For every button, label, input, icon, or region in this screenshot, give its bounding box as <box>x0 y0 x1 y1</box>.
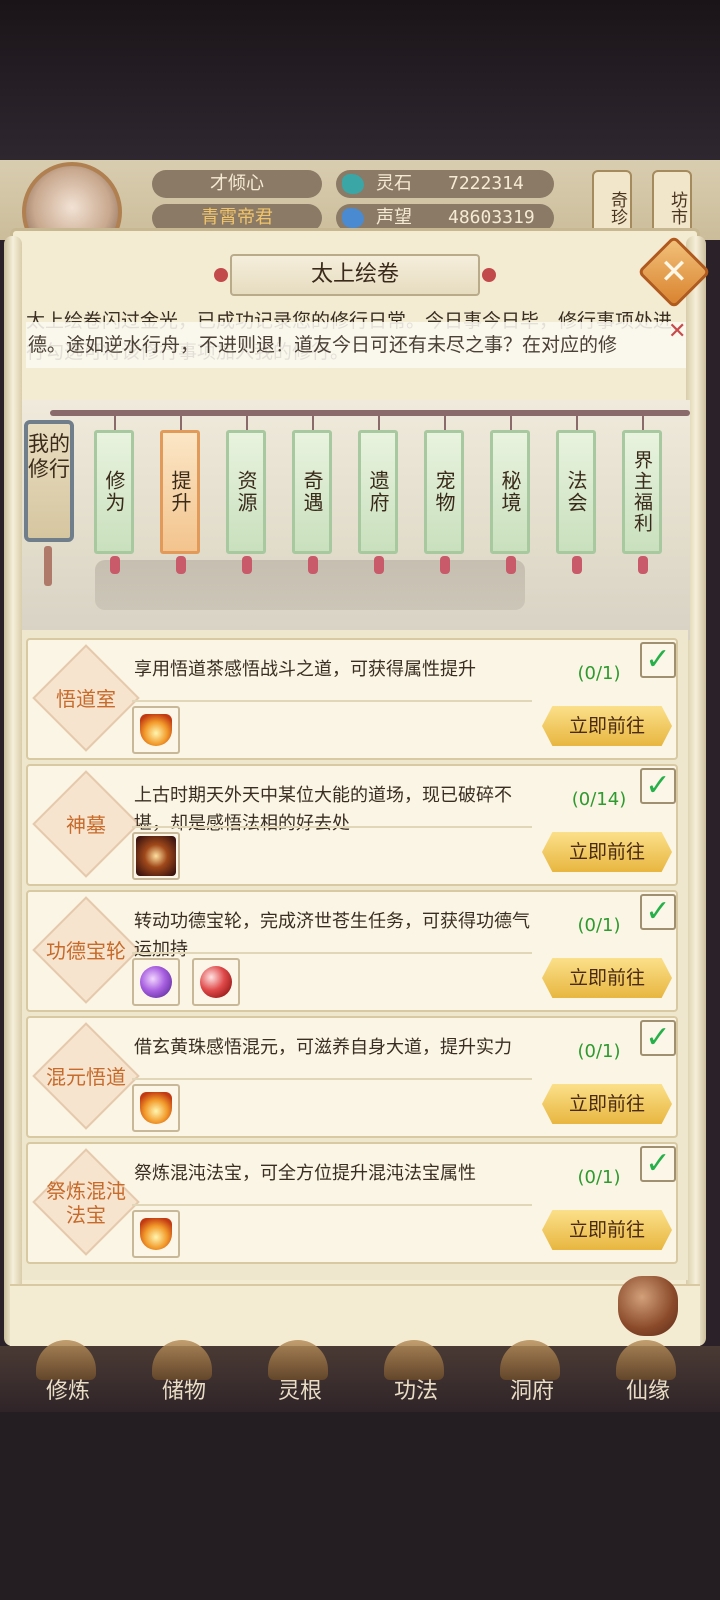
task-name: 功德宝轮 <box>46 939 126 963</box>
reward-item[interactable] <box>132 958 180 1006</box>
tab-my-practice[interactable]: 我的修行 <box>24 420 74 542</box>
spirit-stone-stat: 灵石 7222314 <box>336 170 554 198</box>
task-name: 混元悟道 <box>46 1065 126 1089</box>
tab-rod <box>50 410 690 416</box>
tab-secret-realm[interactable]: 秘境 <box>490 430 530 554</box>
task-name: 神墓 <box>66 813 106 837</box>
divider <box>132 1078 532 1080</box>
task-description: 借玄黄珠感悟混元，可滋养自身大道，提升实力 <box>134 1037 512 1058</box>
task-checkbox[interactable]: ✓ <box>640 768 676 804</box>
task-card: 功德宝轮 转动功德宝轮，完成济世苍生任务，可获得功德气运加持 (0/1) ✓ 立… <box>26 890 678 1012</box>
dialog-title: 太上绘卷 <box>214 254 496 296</box>
check-icon: ✓ <box>645 894 671 929</box>
reward-item[interactable] <box>132 706 180 754</box>
task-checkbox[interactable]: ✓ <box>640 1020 676 1056</box>
toast-close-icon[interactable]: ✕ <box>668 321 686 343</box>
tab-pets[interactable]: 宠物 <box>424 430 464 554</box>
flame-icon <box>140 1092 172 1124</box>
task-card: 悟道室 享用悟道茶感悟战斗之道，可获得属性提升 (0/1) ✓ 立即前往 <box>26 638 678 760</box>
go-now-button[interactable]: 立即前往 <box>542 1210 672 1250</box>
reward-item[interactable] <box>132 1210 180 1258</box>
task-progress: (0/1) <box>577 1167 621 1188</box>
tab-assembly[interactable]: 法会 <box>556 430 596 554</box>
check-icon: ✓ <box>645 1146 671 1181</box>
nav-cave-abode[interactable]: 洞府 <box>482 1372 582 1412</box>
tab-adventure[interactable]: 奇遇 <box>292 430 332 554</box>
task-checkbox[interactable]: ✓ <box>640 642 676 678</box>
task-description: 享用悟道茶感悟战斗之道，可获得属性提升 <box>134 659 476 680</box>
tab-resources[interactable]: 资源 <box>226 430 266 554</box>
toast-message: 德。途如逆水行舟，不进则退！道友今日可还有未尽之事？在对应的修 <box>26 322 686 368</box>
go-now-button[interactable]: 立即前往 <box>542 1084 672 1124</box>
task-name: 悟道室 <box>56 687 116 711</box>
reward-item[interactable] <box>132 1084 180 1132</box>
tassel-decoration <box>44 546 52 586</box>
task-description: 祭炼混沌法宝，可全方位提升混沌法宝属性 <box>134 1163 476 1184</box>
task-description: 转动功德宝轮，完成济世苍生任务，可获得功德气运加持 <box>134 911 530 960</box>
flame-icon <box>140 1218 172 1250</box>
top-blank-area <box>0 0 720 160</box>
prestige-icon <box>342 208 364 228</box>
check-icon: ✓ <box>645 768 671 803</box>
task-checkbox[interactable]: ✓ <box>640 894 676 930</box>
scroll-left-roller <box>4 236 22 1346</box>
divider <box>132 1204 532 1206</box>
tassel-decoration <box>638 556 648 574</box>
task-progress: (0/1) <box>577 915 621 936</box>
spirit-stone-icon <box>342 174 364 194</box>
teapot-decoration <box>618 1276 678 1336</box>
tomb-relic-icon <box>136 836 176 876</box>
task-name: 祭炼混沌法宝 <box>46 1179 126 1227</box>
nav-immortal-fate[interactable]: 仙缘 <box>598 1372 698 1412</box>
nav-storage[interactable]: 储物 <box>134 1372 234 1412</box>
tassel-decoration <box>506 556 516 574</box>
check-icon: ✓ <box>645 1020 671 1055</box>
tab-ancient-abode[interactable]: 遗府 <box>358 430 398 554</box>
tab-upgrade[interactable]: 提升 <box>160 430 200 554</box>
task-progress: (0/1) <box>577 1041 621 1062</box>
task-card: 神墓 上古时期天外天中某位大能的道场，现已破碎不堪，却是感悟法相的好去处 (0/… <box>26 764 678 886</box>
go-now-button[interactable]: 立即前往 <box>542 706 672 746</box>
check-icon: ✓ <box>645 642 671 677</box>
divider <box>132 700 532 702</box>
nav-cultivate[interactable]: 修炼 <box>18 1372 118 1412</box>
reward-item[interactable] <box>132 832 180 880</box>
reward-item[interactable] <box>192 958 240 1006</box>
tassel-decoration <box>176 556 186 574</box>
tassel-decoration <box>110 556 120 574</box>
player-name: 才倾心 <box>152 170 322 198</box>
tassel-decoration <box>242 556 252 574</box>
task-progress: (0/14) <box>571 789 627 810</box>
tassel-decoration <box>440 556 450 574</box>
divider <box>132 952 532 954</box>
task-checkbox[interactable]: ✓ <box>640 1146 676 1182</box>
close-icon[interactable]: ✕ <box>648 246 700 298</box>
go-now-button[interactable]: 立即前往 <box>542 832 672 872</box>
bottom-blank-area <box>0 1412 720 1600</box>
go-now-button[interactable]: 立即前往 <box>542 958 672 998</box>
tassel-decoration <box>308 556 318 574</box>
red-orb-icon <box>200 966 232 998</box>
tassel-decoration <box>374 556 384 574</box>
divider <box>132 826 532 828</box>
tassel-decoration <box>572 556 582 574</box>
scroll-footer <box>10 1284 700 1346</box>
tab-realm-lord-benefits[interactable]: 界主福利 <box>622 430 662 554</box>
task-description: 上古时期天外天中某位大能的道场，现已破碎不堪，却是感悟法相的好去处 <box>134 785 512 834</box>
nav-spirit-root[interactable]: 灵根 <box>250 1372 350 1412</box>
purple-orb-icon <box>140 966 172 998</box>
task-card: 祭炼混沌法宝 祭炼混沌法宝，可全方位提升混沌法宝属性 (0/1) ✓ 立即前往 <box>26 1142 678 1264</box>
nav-technique[interactable]: 功法 <box>366 1372 466 1412</box>
flame-icon <box>140 714 172 746</box>
task-progress: (0/1) <box>577 663 621 684</box>
task-card: 混元悟道 借玄黄珠感悟混元，可滋养自身大道，提升实力 (0/1) ✓ 立即前往 <box>26 1016 678 1138</box>
tab-cultivation[interactable]: 修为 <box>94 430 134 554</box>
